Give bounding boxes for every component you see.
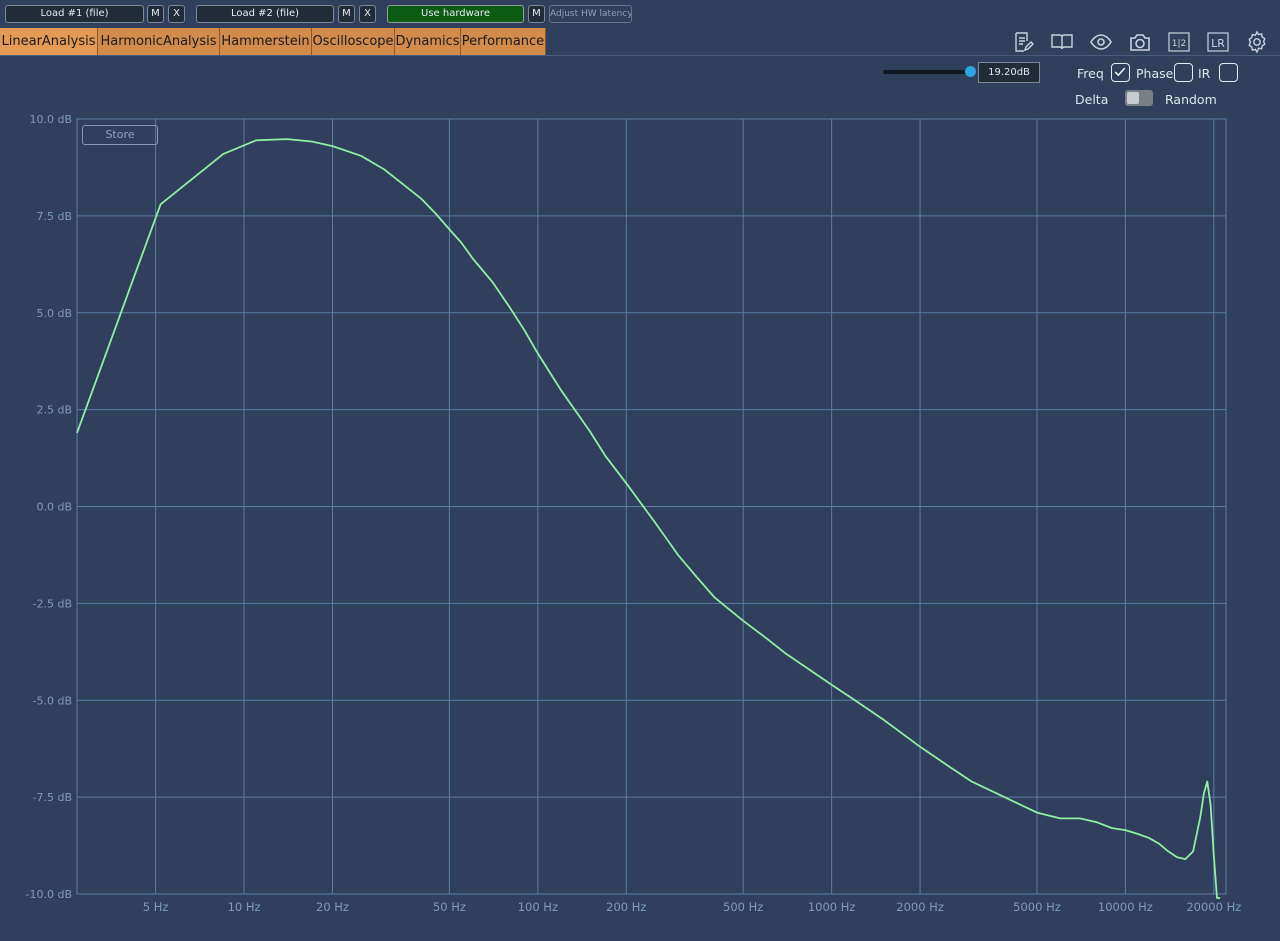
plot-frame xyxy=(76,118,1227,895)
tab-hammerstein[interactable]: Hammerstein xyxy=(220,28,312,55)
camera-icon[interactable] xyxy=(1128,30,1152,54)
ir-checkbox[interactable] xyxy=(1219,63,1238,82)
y-tick-label: -10.0 dB xyxy=(26,888,73,901)
tab-dynamics[interactable]: Dynamics xyxy=(395,28,461,55)
mute-1-button[interactable]: M xyxy=(147,5,164,23)
freq-checkbox[interactable] xyxy=(1111,63,1130,82)
notes-icon[interactable] xyxy=(1011,30,1035,54)
toggle-knob xyxy=(1127,92,1139,104)
y-tick-label: 0.0 dB xyxy=(36,501,72,514)
clear-1-button[interactable]: X xyxy=(168,5,185,23)
x-tick-label: 20000 Hz xyxy=(1186,900,1241,914)
x-tick-label: 500 Hz xyxy=(723,900,763,914)
tab-harmonic-analysis[interactable]: HarmonicAnalysis xyxy=(98,28,220,55)
x-tick-label: 10 Hz xyxy=(228,900,261,914)
use-hardware-button[interactable]: Use hardware xyxy=(387,5,524,23)
x-tick-label: 2000 Hz xyxy=(896,900,944,914)
eye-icon[interactable] xyxy=(1089,30,1113,54)
lr-text: LR xyxy=(1211,37,1225,50)
y-tick-label: 2.5 dB xyxy=(36,404,72,417)
mute-2-button[interactable]: M xyxy=(338,5,355,23)
range-slider-track xyxy=(883,70,971,74)
gear-icon[interactable] xyxy=(1245,30,1269,54)
lr-icon[interactable]: LR xyxy=(1206,30,1230,54)
y-tick-label: -5.0 dB xyxy=(33,694,73,707)
x-tick-label: 50 Hz xyxy=(433,900,466,914)
frequency-response-chart: 10.0 dB7.5 dB5.0 dB2.5 dB0.0 dB-2.5 dB-5… xyxy=(26,113,1242,914)
x-tick-label: 200 Hz xyxy=(606,900,646,914)
y-tick-label: 5.0 dB xyxy=(36,307,72,320)
range-slider-knob[interactable] xyxy=(965,66,976,77)
x-axis-labels: 5 Hz 10 Hz 20 Hz 50 Hz 100 Hz 200 Hz 500 Hz 100… xyxy=(143,900,1242,914)
clear-2-button[interactable]: X xyxy=(359,5,376,23)
store-button[interactable]: Store xyxy=(82,125,158,145)
check-icon xyxy=(1114,67,1126,77)
load-file-1-button[interactable]: Load #1 (file) xyxy=(5,5,144,23)
phase-checkbox[interactable] xyxy=(1174,63,1193,82)
y-tick-label: -2.5 dB xyxy=(33,597,73,610)
x-tick-label: 5 Hz xyxy=(143,900,169,914)
y-axis-labels: 10.0 dB7.5 dB5.0 dB2.5 dB0.0 dB-2.5 dB-5… xyxy=(26,113,73,901)
mute-hardware-button[interactable]: M xyxy=(528,5,545,23)
half-compare-text: 1|2 xyxy=(1172,39,1186,49)
x-tick-label: 1000 Hz xyxy=(808,900,856,914)
display-controls: 19.20dB Freq Phase IR Delta Random xyxy=(0,56,1280,116)
x-tick-label: 10000 Hz xyxy=(1098,900,1153,914)
book-icon[interactable] xyxy=(1050,30,1074,54)
x-tick-label: 5000 Hz xyxy=(1013,900,1061,914)
delta-random-toggle[interactable] xyxy=(1125,90,1153,106)
random-label: Random xyxy=(1165,92,1217,107)
half-compare-icon[interactable]: 1|2 xyxy=(1167,30,1191,54)
x-tick-label: 100 Hz xyxy=(518,900,558,914)
y-tick-label: -7.5 dB xyxy=(33,791,73,804)
tab-oscilloscope[interactable]: Oscilloscope xyxy=(312,28,395,55)
chart-grid xyxy=(76,118,1227,895)
delta-label: Delta xyxy=(1075,92,1109,107)
load-file-2-button[interactable]: Load #2 (file) xyxy=(196,5,334,23)
ir-label: IR xyxy=(1198,66,1211,81)
y-tick-label: 7.5 dB xyxy=(36,210,72,223)
freq-label: Freq xyxy=(1077,66,1104,81)
x-tick-label: 20 Hz xyxy=(316,900,349,914)
range-value-box[interactable]: 19.20dB xyxy=(978,62,1040,83)
phase-label: Phase xyxy=(1136,66,1174,81)
range-slider[interactable] xyxy=(883,66,976,77)
series-line-frequency-response xyxy=(76,138,1221,899)
adjust-hw-latency-button[interactable]: Adjust HW latency xyxy=(549,5,632,23)
tab-linear-analysis[interactable]: LinearAnalysis xyxy=(0,28,98,55)
top-toolbar: Load #1 (file) M X Load #2 (file) M X Us… xyxy=(0,0,1280,28)
tab-performance[interactable]: Performance xyxy=(461,28,546,55)
